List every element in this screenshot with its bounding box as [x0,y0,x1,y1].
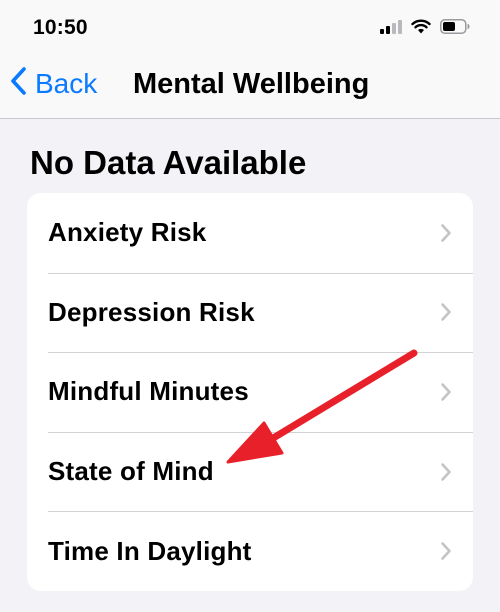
navigation-bar: 10:50 Back Mental Wellbeing [0,0,500,119]
list-item-anxiety-risk[interactable]: Anxiety Risk [27,193,473,273]
battery-icon [440,19,470,39]
page-title: Mental Wellbeing [133,68,370,100]
status-time: 10:50 [33,16,88,39]
list-item-state-of-mind[interactable]: State of Mind [27,431,473,512]
back-label: Back [35,67,98,99]
chevron-right-icon [441,462,451,481]
chevron-right-icon [441,303,451,322]
list-item-label: Mindful Minutes [48,376,249,407]
list-item-label: State of Mind [48,456,214,487]
list-item-label: Depression Risk [48,296,255,327]
section-header: No Data Available [30,144,307,181]
chevron-right-icon [441,383,451,401]
cellular-signal-icon [380,19,402,39]
category-list: Anxiety Risk Depression Risk Mindful Min… [27,193,473,591]
list-item-label: Anxiety Risk [48,217,207,248]
list-item-label: Time In Daylight [48,535,252,566]
status-icons [380,19,470,39]
list-item-time-in-daylight[interactable]: Time In Daylight [27,511,473,591]
list-item-depression-risk[interactable]: Depression Risk [27,272,473,353]
chevron-right-icon [441,223,451,242]
list-item-mindful-minutes[interactable]: Mindful Minutes [27,352,473,432]
wifi-icon [411,19,431,39]
chevron-left-icon [10,66,27,101]
back-button[interactable]: Back [10,66,97,101]
chevron-right-icon [441,542,451,560]
